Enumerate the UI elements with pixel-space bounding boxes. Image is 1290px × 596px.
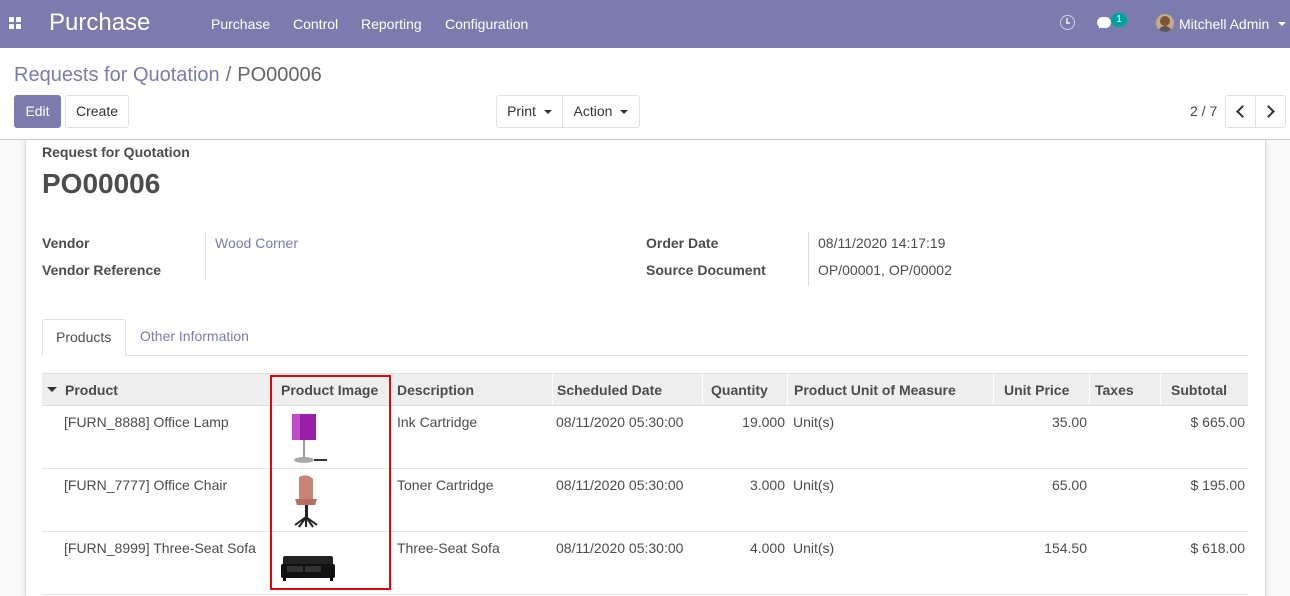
column-quantity[interactable]: Quantity xyxy=(711,382,768,398)
line-description: Ink Cartridge xyxy=(397,414,478,430)
breadcrumb-current: PO00006 xyxy=(237,64,322,86)
chevron-right-icon xyxy=(1262,105,1275,118)
column-separator xyxy=(787,374,788,405)
column-unit-price[interactable]: Unit Price xyxy=(1004,382,1069,398)
control-panel: Requests for Quotation / PO00006 Edit Crea… xyxy=(0,48,1290,140)
create-button[interactable]: Create xyxy=(65,95,129,128)
form-subtitle: Request for Quotation xyxy=(42,144,190,160)
vendor-label: Vendor xyxy=(42,235,90,251)
pager-next-button[interactable] xyxy=(1255,95,1286,128)
line-scheduled-date: 08/11/2020 05:30:00 xyxy=(556,477,684,493)
app-title[interactable]: Purchase xyxy=(49,9,150,37)
column-product[interactable]: Product xyxy=(65,382,118,398)
chat-count-badge: 1 xyxy=(1111,13,1127,27)
line-unit-price: 35.00 xyxy=(1051,414,1087,430)
line-unit-of-measure: Unit(s) xyxy=(793,477,835,493)
pager-previous-button[interactable] xyxy=(1225,95,1256,128)
line-product: [FURN_7777] Office Chair xyxy=(64,477,228,493)
source-document-label: Source Document xyxy=(646,262,766,278)
line-subtotal: $ 618.00 xyxy=(1190,540,1246,556)
line-quantity: 3.000 xyxy=(749,477,785,493)
line-unit-of-measure: Unit(s) xyxy=(793,540,835,556)
line-description: Three-Seat Sofa xyxy=(397,540,500,556)
line-scheduled-date: 08/11/2020 05:30:00 xyxy=(556,540,684,556)
line-subtotal: $ 195.00 xyxy=(1190,477,1246,493)
order-date-label: Order Date xyxy=(646,235,719,251)
column-separator xyxy=(993,374,994,405)
column-description[interactable]: Description xyxy=(397,382,474,398)
column-unit-of-measure[interactable]: Product Unit of Measure xyxy=(794,382,956,398)
menu-purchase[interactable]: Purchase xyxy=(211,16,270,32)
edit-button[interactable]: Edit xyxy=(14,95,61,128)
print-dropdown[interactable]: Print xyxy=(496,95,563,128)
breadcrumb: Requests for Quotation / PO00006 xyxy=(14,64,322,87)
print-label: Print xyxy=(507,103,536,119)
breadcrumb-separator: / xyxy=(225,64,232,86)
vendor-link[interactable]: Wood Corner xyxy=(215,235,298,251)
line-unit-of-measure: Unit(s) xyxy=(793,414,835,430)
action-caret-icon xyxy=(620,110,629,115)
product-image-column-highlight xyxy=(270,375,391,590)
line-unit-price: 65.00 xyxy=(1051,477,1087,493)
order-lines-header: Product Product Image Description Schedu… xyxy=(42,373,1248,406)
order-line-row[interactable]: [FURN_8999] Three-Seat Sofa Three-Seat S… xyxy=(42,532,1248,595)
column-separator xyxy=(1160,374,1161,405)
column-separator xyxy=(391,374,392,405)
line-scheduled-date: 08/11/2020 05:30:00 xyxy=(556,414,684,430)
chevron-left-icon xyxy=(1236,105,1249,118)
pager-value[interactable]: 2 / 7 xyxy=(1190,103,1217,119)
order-line-row[interactable]: [FURN_8888] Office Lamp Ink Cartridge 08… xyxy=(42,406,1248,469)
tab-other-information[interactable]: Other Information xyxy=(127,319,262,356)
vendor-reference-label: Vendor Reference xyxy=(42,262,162,278)
column-separator xyxy=(1089,374,1090,405)
user-menu[interactable]: Mitchell Admin xyxy=(1179,16,1269,32)
column-subtotal[interactable]: Subtotal xyxy=(1171,382,1227,398)
column-taxes[interactable]: Taxes xyxy=(1095,382,1134,398)
field-divider xyxy=(808,232,809,286)
column-scheduled-date[interactable]: Scheduled Date xyxy=(557,382,662,398)
top-navbar: Purchase Purchase Control Reporting Conf… xyxy=(0,0,1290,48)
user-avatar[interactable] xyxy=(1156,14,1174,32)
menu-reporting[interactable]: Reporting xyxy=(361,16,422,32)
action-dropdown[interactable]: Action xyxy=(562,95,640,128)
menu-configuration[interactable]: Configuration xyxy=(445,16,528,32)
line-unit-price: 154.50 xyxy=(1044,540,1087,556)
line-subtotal: $ 665.00 xyxy=(1190,414,1246,430)
tab-products[interactable]: Products xyxy=(42,319,126,356)
print-caret-icon xyxy=(543,110,552,115)
menu-control[interactable]: Control xyxy=(293,16,338,32)
form-title: PO00006 xyxy=(42,168,161,199)
order-line-row[interactable]: [FURN_7777] Office Chair Toner Cartridge… xyxy=(42,469,1248,532)
apps-menu-icon[interactable] xyxy=(9,17,21,29)
line-quantity: 4.000 xyxy=(749,540,785,556)
activity-clock-icon[interactable] xyxy=(1060,15,1075,30)
action-label: Action xyxy=(573,103,613,119)
column-separator xyxy=(552,374,553,405)
sort-caret-icon[interactable] xyxy=(47,387,57,392)
column-separator xyxy=(702,374,703,405)
chat-icon[interactable] xyxy=(1097,17,1111,29)
order-date-value: 08/11/2020 14:17:19 xyxy=(818,235,946,251)
source-document-value: OP/00001, OP/00002 xyxy=(818,262,952,278)
field-divider xyxy=(205,232,206,280)
line-quantity: 19.000 xyxy=(742,414,785,430)
line-product: [FURN_8888] Office Lamp xyxy=(64,414,229,430)
breadcrumb-parent[interactable]: Requests for Quotation xyxy=(14,64,220,86)
user-menu-caret-icon[interactable] xyxy=(1278,22,1286,26)
line-description: Toner Cartridge xyxy=(397,477,494,493)
line-product: [FURN_8999] Three-Seat Sofa xyxy=(64,540,256,556)
